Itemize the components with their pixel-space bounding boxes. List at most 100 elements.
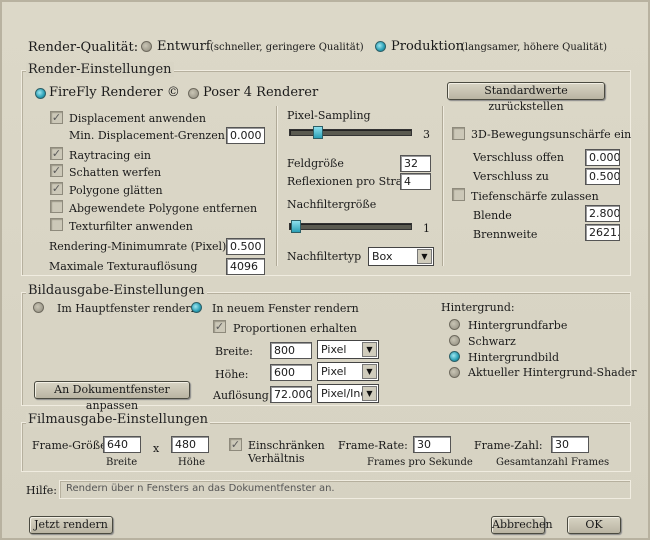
displacement-label: Displacement anwenden bbox=[69, 112, 207, 125]
raytracing-label: Raytracing ein bbox=[69, 149, 151, 162]
shadows-label: Schatten werfen bbox=[69, 166, 162, 179]
raytracing-checkbox[interactable]: ✓ bbox=[50, 147, 63, 160]
motion-blur-checkbox[interactable] bbox=[452, 127, 465, 140]
bg-image-radio[interactable] bbox=[449, 351, 460, 362]
poser4-label[interactable]: Poser 4 Renderer bbox=[203, 85, 318, 100]
column-divider bbox=[276, 106, 278, 266]
production-label[interactable]: Produktion bbox=[391, 39, 464, 54]
bg-shader-radio[interactable] bbox=[449, 367, 460, 378]
image-height-unit-value: Pixel bbox=[321, 365, 347, 378]
constrain-ratio-label-2: Verhältnis bbox=[248, 452, 305, 465]
constrain-ratio-checkbox[interactable]: ✓ bbox=[229, 438, 242, 451]
filter-size-label: Nachfiltergröße bbox=[287, 198, 377, 211]
ok-button[interactable]: OK bbox=[567, 516, 621, 534]
render-quality-label: Render-Qualität: bbox=[28, 40, 139, 55]
match-document-window-button[interactable]: An Dokumentfenster anpassen bbox=[34, 381, 190, 412]
min-displacement-field[interactable]: 0.000 bbox=[226, 127, 265, 144]
image-height-unit-select[interactable]: Pixel ▼ bbox=[317, 362, 379, 381]
pixel-sampling-track[interactable] bbox=[289, 129, 412, 136]
min-displacement-label: Min. Displacement-Grenzen bbox=[69, 129, 225, 142]
fstop-field[interactable]: 2.800 bbox=[585, 205, 620, 222]
movie-width-field[interactable]: 640 bbox=[103, 436, 141, 453]
constrain-proportions-label: Proportionen erhalten bbox=[233, 322, 357, 335]
focal-distance-label: Brennweite bbox=[473, 228, 538, 241]
reset-defaults-button[interactable]: Standardwerte zurückstellen bbox=[447, 82, 605, 113]
motion-blur-label: 3D-Bewegungsunschärfe ein bbox=[471, 128, 632, 141]
min-shading-rate-field[interactable]: 0.500 bbox=[226, 238, 265, 255]
filter-size-track[interactable] bbox=[289, 223, 412, 230]
filter-size-thumb[interactable] bbox=[291, 220, 301, 233]
chevron-down-icon: ▼ bbox=[362, 386, 377, 401]
bg-black-label[interactable]: Schwarz bbox=[468, 335, 516, 348]
background-label: Hintergrund: bbox=[441, 301, 515, 314]
bg-black-radio[interactable] bbox=[449, 335, 460, 346]
constrain-ratio-label-1: Einschränken bbox=[248, 439, 325, 452]
filter-type-select[interactable]: Box ▼ bbox=[368, 247, 434, 266]
render-new-window-label[interactable]: In neuem Fenster rendern bbox=[212, 302, 359, 315]
chevron-down-icon: ▼ bbox=[417, 249, 432, 264]
resolution-field[interactable]: 72.000 bbox=[270, 386, 312, 403]
texture-filter-checkbox[interactable] bbox=[50, 218, 63, 231]
movie-height-field[interactable]: 480 bbox=[171, 436, 209, 453]
production-radio[interactable] bbox=[375, 41, 386, 52]
pixel-sampling-label: Pixel-Sampling bbox=[287, 109, 371, 122]
help-label: Hilfe: bbox=[26, 484, 57, 497]
constrain-proportions-checkbox[interactable]: ✓ bbox=[213, 320, 226, 333]
smooth-polygons-label: Polygone glätten bbox=[69, 184, 163, 197]
render-new-window-radio[interactable] bbox=[191, 302, 202, 313]
movie-output-title: Filmausgabe-Einstellungen bbox=[26, 412, 210, 427]
bg-color-radio[interactable] bbox=[449, 319, 460, 330]
render-main-window-label[interactable]: Im Hauptfenster rendern bbox=[57, 302, 198, 315]
chevron-down-icon: ▼ bbox=[362, 364, 377, 379]
backface-culling-label: Abgewendete Polygone entfernen bbox=[69, 202, 258, 215]
depth-of-field-label: Tiefenschärfe zulassen bbox=[471, 190, 599, 203]
pixel-sampling-thumb[interactable] bbox=[313, 126, 323, 139]
draft-label[interactable]: Entwurf bbox=[157, 39, 211, 54]
filter-type-label: Nachfiltertyp bbox=[287, 250, 362, 263]
bg-image-label[interactable]: Hintergrundbild bbox=[468, 351, 559, 364]
bucket-size-label: Feldgröße bbox=[287, 157, 344, 170]
depth-of-field-checkbox[interactable] bbox=[452, 188, 465, 201]
render-main-window-radio[interactable] bbox=[33, 302, 44, 313]
frame-rate-label: Frame-Rate: bbox=[338, 439, 408, 452]
filter-size-value: 1 bbox=[423, 222, 430, 235]
bucket-size-field[interactable]: 32 bbox=[400, 155, 431, 172]
image-width-field[interactable]: 800 bbox=[270, 342, 312, 359]
shutter-close-label: Verschluss zu bbox=[473, 170, 549, 183]
shutter-open-field[interactable]: 0.000 bbox=[585, 149, 620, 166]
backface-culling-checkbox[interactable] bbox=[50, 200, 63, 213]
filter-type-value: Box bbox=[372, 250, 393, 263]
column-divider bbox=[442, 106, 444, 266]
movie-width-caption: Breite bbox=[106, 457, 138, 468]
firefly-label[interactable]: FireFly Renderer © bbox=[49, 85, 180, 100]
texture-filter-label: Texturfilter anwenden bbox=[69, 220, 193, 233]
frame-rate-field[interactable]: 30 bbox=[413, 436, 451, 453]
render-now-button[interactable]: Jetzt rendern bbox=[29, 516, 113, 534]
shutter-open-label: Verschluss offen bbox=[473, 151, 565, 164]
production-note: (langsamer, höhere Qualität) bbox=[461, 42, 608, 53]
shadows-checkbox[interactable]: ✓ bbox=[50, 164, 63, 177]
shutter-close-field[interactable]: 0.500 bbox=[585, 168, 620, 185]
displacement-checkbox[interactable]: ✓ bbox=[50, 111, 63, 124]
max-texture-field[interactable]: 4096 bbox=[226, 258, 265, 275]
firefly-radio[interactable] bbox=[35, 88, 46, 99]
min-shading-rate-label: Rendering-Minimumrate (Pixel) bbox=[49, 240, 227, 253]
pixel-sampling-value: 3 bbox=[423, 128, 430, 141]
cancel-button[interactable]: Abbrechen bbox=[491, 516, 553, 534]
smooth-polygons-checkbox[interactable]: ✓ bbox=[50, 182, 63, 195]
image-height-field[interactable]: 600 bbox=[270, 364, 312, 381]
bg-shader-label[interactable]: Aktueller Hintergrund-Shader bbox=[468, 366, 637, 379]
times-label: x bbox=[153, 442, 160, 455]
image-height-label: Höhe: bbox=[215, 368, 249, 381]
raybounce-field[interactable]: 4 bbox=[400, 173, 431, 190]
poser4-radio[interactable] bbox=[188, 88, 199, 99]
bg-color-label[interactable]: Hintergrundfarbe bbox=[468, 319, 567, 332]
render-settings-dialog: Render-Qualität: Entwurf (schneller, ger… bbox=[0, 0, 650, 540]
draft-radio[interactable] bbox=[141, 41, 152, 52]
focal-distance-field[interactable]: 2621.5 bbox=[585, 224, 620, 241]
resolution-unit-select[interactable]: Pixel/Inch ▼ bbox=[317, 384, 379, 403]
frame-count-field[interactable]: 30 bbox=[551, 436, 589, 453]
chevron-down-icon: ▼ bbox=[362, 342, 377, 357]
image-width-unit-select[interactable]: Pixel ▼ bbox=[317, 340, 379, 359]
fstop-label: Blende bbox=[473, 209, 512, 222]
